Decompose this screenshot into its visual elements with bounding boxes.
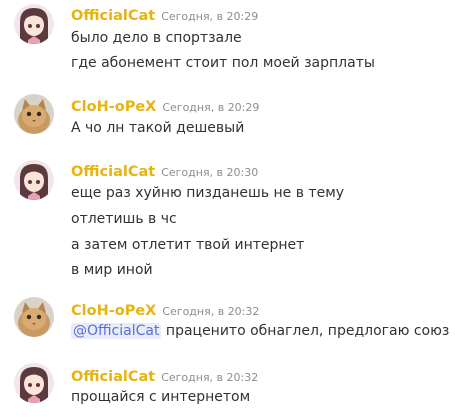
message-timestamp: Сегодня, в 20:30 (161, 166, 259, 179)
message-header: CloH-oPeX Сегодня, в 20:32 (71, 300, 259, 319)
author-name[interactable]: CloH-oPeX (71, 303, 156, 319)
anime-girl-avatar[interactable] (14, 4, 54, 44)
message-line: прощайся с интернетом (71, 389, 251, 405)
message-timestamp: Сегодня, в 20:29 (161, 10, 259, 23)
anime-girl-avatar[interactable] (14, 160, 54, 200)
message-line: а затем отлетит твой интернет (71, 237, 305, 253)
message-header: OfficialCat Сегодня, в 20:30 (71, 161, 258, 180)
message-header: CloH-oPeX Сегодня, в 20:29 (71, 96, 259, 115)
author-name[interactable]: OfficialCat (71, 8, 155, 24)
message-timestamp: Сегодня, в 20:29 (162, 101, 260, 114)
message-line: еще раз хуйню пизданешь не в тему (71, 185, 345, 201)
message-line: @OfficialCat праценито обнаглел, предлог… (71, 323, 449, 339)
message-line: в мир иной (71, 262, 153, 278)
cat-photo-avatar[interactable] (14, 297, 54, 337)
anime-girl-avatar[interactable] (14, 363, 54, 403)
author-name[interactable]: CloH-oPeX (71, 99, 156, 115)
author-name[interactable]: OfficialCat (71, 164, 155, 180)
message-header: OfficialCat Сегодня, в 20:32 (71, 366, 258, 385)
message-timestamp: Сегодня, в 20:32 (162, 305, 260, 318)
user-mention[interactable]: @OfficialCat (71, 323, 162, 339)
message-line: А чо лн такой дешевый (71, 120, 245, 136)
message-header: OfficialCat Сегодня, в 20:29 (71, 5, 258, 24)
message-text: праценито обнаглел, предлогаю союз (161, 323, 450, 339)
message-timestamp: Сегодня, в 20:32 (161, 371, 259, 384)
message-line: отлетишь в чс (71, 211, 177, 227)
cat-photo-avatar[interactable] (14, 94, 54, 134)
message-line: где абонемент стоит пол моей зарплаты (71, 55, 375, 71)
message-line: было дело в спортзале (71, 30, 242, 46)
author-name[interactable]: OfficialCat (71, 369, 155, 385)
